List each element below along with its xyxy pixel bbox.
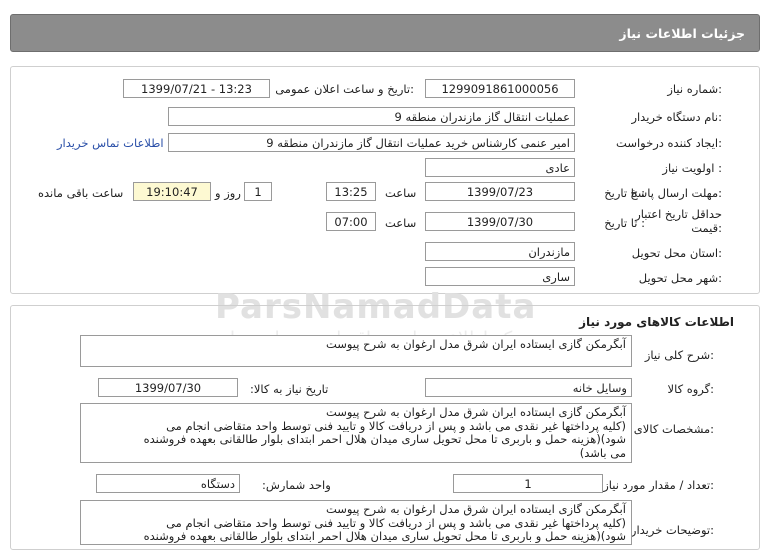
need-date-label: تاریخ نیاز به کالا: (250, 382, 329, 396)
need-number-field: 1299091861000056 (425, 79, 575, 98)
province-label: استان محل تحویل: (631, 246, 722, 260)
deadline-date-field: 1399/07/23 (425, 182, 575, 201)
validity-label-line2: قیمت: (691, 221, 722, 235)
remaining-time-field: 19:10:47 (133, 182, 211, 201)
buyer-org-label: نام دستگاه خریدار: (631, 110, 722, 124)
remaining-days-field: 1 (244, 182, 272, 201)
city-label: شهر محل تحویل: (638, 271, 722, 285)
goods-section-title: اطلاعات کالاهای مورد نیاز (579, 315, 734, 329)
goods-group-field: وسایل خانه (425, 378, 632, 397)
buyer-notes-line: آبگرمکن گازی ایستاده ایران شرق مدل ارغوا… (325, 502, 626, 516)
page-title-bar: جزئیات اطلاعات نیاز (10, 14, 760, 52)
spec-line: می باشد) (579, 445, 626, 460)
remaining-label: ساعت باقی مانده (38, 186, 124, 200)
province-field: مازندران (425, 242, 575, 261)
spec-field: آبگرمکن گازی ایستاده ایران شرق مدل ارغوا… (80, 403, 632, 463)
goods-group-label: گروه کالا: (667, 382, 714, 396)
requester-label: ایجاد کننده درخواست: (616, 136, 722, 150)
announce-datetime-field: 1399/07/21 - 13:23 (123, 79, 270, 98)
buyer-notes-line: (کلیه پرداختها غیر نقدی می باشد و پس از … (166, 515, 626, 530)
announce-label: تاریخ و ساعت اعلان عمومی: (275, 82, 414, 96)
validity-time-label: ساعت (385, 216, 417, 230)
priority-label: اولویت نیاز : (662, 161, 722, 175)
page-title: جزئیات اطلاعات نیاز (619, 26, 745, 41)
buyer-org-field: عملیات انتقال گاز مازندران منطقه 9 (168, 107, 575, 126)
general-desc-label: شرح کلی نیاز: (644, 348, 714, 362)
priority-field: عادی (425, 158, 575, 177)
validity-date-field: 1399/07/30 (425, 212, 575, 231)
count-field: 1 (453, 474, 603, 493)
unit-field: دستگاه (96, 474, 240, 493)
buyer-contact-link[interactable]: اطلاعات تماس خریدار (57, 136, 164, 150)
requester-field: امیر عنمی کارشناس خرید عملیات انتقال گاز… (168, 133, 575, 152)
spec-line: آبگرمکن گازی ایستاده ایران شرق مدل ارغوا… (325, 405, 626, 419)
buyer-notes-field: آبگرمکن گازی ایستاده ایران شرق مدل ارغوا… (80, 500, 632, 545)
buyer-notes-label: توضیحات خریدار: (630, 523, 714, 537)
need-date-field: 1399/07/30 (98, 378, 238, 397)
deadline-time-field: 13:25 (326, 182, 376, 201)
count-label: تعداد / مقدار مورد نیاز: (603, 478, 714, 492)
validity-label-line1: حداقل تاریخ اعتبار (635, 207, 722, 221)
need-number-label: شماره نیاز: (667, 82, 722, 96)
deadline-to-date-label: تا تاریخ : (604, 186, 645, 200)
general-desc-field: آبگرمکن گازی ایستاده ایران شرق مدل ارغوا… (80, 335, 632, 367)
validity-time-field: 07:00 (326, 212, 376, 231)
spec-line: (کلیه پرداختها غیر نقدی می باشد و پس از … (166, 418, 626, 433)
deadline-time-label: ساعت (385, 186, 417, 200)
buyer-notes-line: شود)(هزینه حمل و باربری تا محل تحویل سار… (143, 529, 626, 543)
spec-line: شود)(هزینه حمل و باربری تا محل تحویل سار… (143, 432, 626, 446)
days-label: روز و (215, 186, 241, 200)
validity-to-date-label: تا تاریخ : (604, 216, 645, 230)
city-field: ساری (425, 267, 575, 286)
unit-label: واحد شمارش: (262, 478, 331, 492)
